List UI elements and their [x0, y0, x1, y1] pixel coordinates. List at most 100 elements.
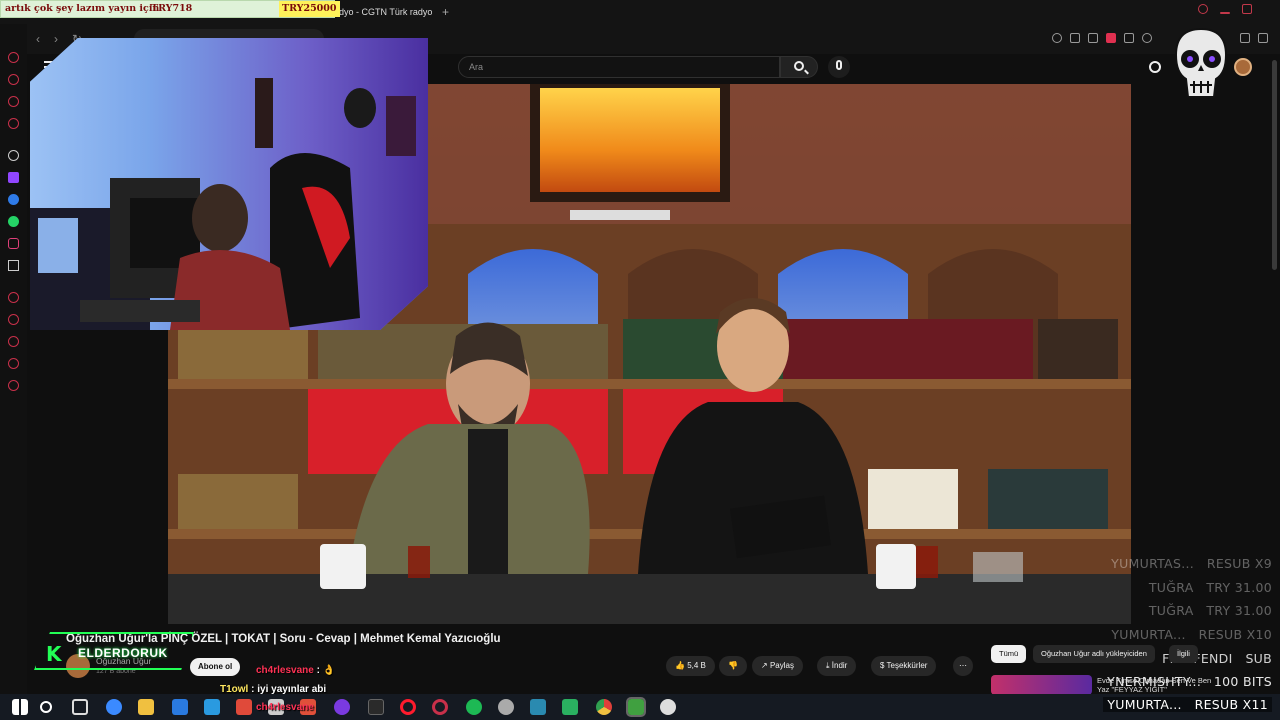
pin-icon[interactable]: [8, 358, 19, 369]
thanks-button[interactable]: $ Teşekkürler: [871, 656, 937, 676]
windows-start-icon[interactable]: [12, 699, 28, 715]
ticker-amount-highlight: TRY25000: [279, 1, 340, 17]
bookmark-icon[interactable]: [1088, 33, 1098, 43]
app-icon[interactable]: [660, 699, 676, 715]
download-icon[interactable]: [1240, 33, 1250, 43]
recommendations-panel: [1131, 84, 1271, 624]
mail-icon[interactable]: [8, 96, 19, 107]
dislike-button[interactable]: 👎: [719, 656, 747, 676]
copilot-icon[interactable]: [106, 699, 122, 715]
thanks-label: Teşekkürler: [886, 661, 928, 670]
zoom-icon[interactable]: [1052, 33, 1062, 43]
feed-event: TRY 31.00: [1206, 603, 1272, 618]
window-controls: [1198, 4, 1274, 14]
twitch-icon[interactable]: [8, 172, 19, 183]
opera-gx-icon[interactable]: [432, 699, 448, 715]
messenger-icon[interactable]: [8, 194, 19, 205]
chat-text: 👌: [322, 665, 336, 676]
back-icon[interactable]: ‹: [36, 32, 40, 46]
app-icon[interactable]: [530, 699, 546, 715]
feed-event: TRY 31.00: [1206, 580, 1272, 595]
recommendation-title[interactable]: Evde Kimse Olmadan Sen Ve Ben Yaz "FEYYA…: [1097, 676, 1217, 694]
spotify-icon[interactable]: [466, 699, 482, 715]
page-scrollbar[interactable]: [1272, 60, 1277, 270]
x-icon[interactable]: [8, 260, 19, 271]
like-button[interactable]: 👍 5,4 B: [666, 656, 715, 676]
ticker-message: artık çok şey lazım yayın için: [5, 3, 160, 14]
download-button[interactable]: ⤓ İndir: [817, 656, 857, 676]
app-icon[interactable]: [626, 697, 646, 717]
recommendation-thumbnail[interactable]: [991, 675, 1092, 695]
subscribe-button[interactable]: Abone ol: [190, 658, 241, 676]
like-count: 5,4 B: [687, 661, 706, 670]
search-icon[interactable]: [1198, 4, 1208, 14]
close-icon[interactable]: [1264, 4, 1274, 14]
ticker-amount: TRY718: [151, 3, 193, 14]
chip-all[interactable]: Tümü: [991, 645, 1027, 663]
chip-from-uploader[interactable]: Oğuzhan Uğur adlı yükleyiciden: [1033, 645, 1155, 663]
settings-icon[interactable]: [8, 380, 19, 391]
aria-icon[interactable]: [8, 150, 19, 161]
bag-icon[interactable]: [8, 74, 19, 85]
minimize-icon[interactable]: [1220, 12, 1230, 14]
store-icon[interactable]: [204, 699, 220, 715]
whatsapp-icon[interactable]: [8, 216, 19, 227]
new-tab-button[interactable]: +: [436, 3, 455, 21]
file-explorer-icon[interactable]: [138, 699, 154, 715]
search-input[interactable]: Ara: [458, 56, 780, 78]
play-icon[interactable]: [1124, 33, 1134, 43]
search-icon: [794, 61, 804, 71]
forward-icon[interactable]: ›: [54, 32, 58, 46]
webcam-overlay: [30, 38, 428, 330]
more-actions-button[interactable]: ⋯: [953, 656, 973, 676]
app-icon[interactable]: [334, 699, 350, 715]
maximize-icon[interactable]: [1242, 4, 1252, 14]
microphone-icon: [836, 60, 842, 70]
feed-name: YUMURTAS...: [1111, 556, 1195, 571]
feed-name: YUMURTA...: [1111, 627, 1186, 642]
history-icon[interactable]: [8, 292, 19, 303]
search-button[interactable]: [780, 56, 818, 78]
skull-mascot-icon: [1174, 27, 1228, 98]
mail-icon[interactable]: [172, 699, 188, 715]
feed-event: RESUB X9: [1206, 556, 1272, 571]
avatar[interactable]: [1234, 58, 1252, 76]
feed-row: YUMURTA... RESUB X10: [1111, 627, 1272, 642]
shield-icon[interactable]: [1106, 33, 1116, 43]
create-icon[interactable]: [1149, 61, 1161, 73]
feed-row: TUĞRA TRY 31.00: [1149, 580, 1272, 595]
app-icon[interactable]: [236, 699, 252, 715]
chat-user: ch4rlesvane: [256, 665, 314, 676]
heart-icon[interactable]: [1142, 33, 1152, 43]
extension-icon[interactable]: [1070, 33, 1080, 43]
feed-event: RESUB X11: [1194, 697, 1268, 712]
feed-event: 100 BITS: [1213, 674, 1272, 689]
share-label: Paylaş: [769, 661, 794, 670]
music-icon[interactable]: [8, 118, 19, 129]
task-view-icon[interactable]: [72, 699, 88, 715]
feed-row: YUMURTAS... RESUB X9: [1111, 556, 1272, 571]
voice-search-button[interactable]: [828, 56, 850, 78]
app-icon[interactable]: [562, 699, 578, 715]
donation-ticker: artık çok şey lazım yayın için TRY718 TR…: [0, 0, 340, 18]
steam-icon[interactable]: [368, 699, 384, 715]
opera-icon[interactable]: [400, 699, 416, 715]
search-icon[interactable]: [40, 701, 52, 713]
instagram-icon[interactable]: [8, 238, 19, 249]
feed-event: SUB: [1245, 651, 1272, 666]
chrome-icon[interactable]: [596, 699, 612, 715]
feed-name: TUĞRA: [1148, 580, 1194, 595]
app-icon[interactable]: [498, 699, 514, 715]
feed-row: YUMURTA... RESUB X11: [1103, 697, 1272, 712]
clock-icon[interactable]: [8, 336, 19, 347]
feed-row: TUĞRA TRY 31.00: [1149, 603, 1272, 618]
menu-icon[interactable]: [1258, 33, 1268, 43]
browser-tab[interactable]: radyo - CGTN Türk radyo: [325, 3, 438, 21]
opera-ai-icon[interactable]: [8, 52, 19, 63]
webcam-frame: [30, 78, 416, 330]
heart-icon[interactable]: [8, 314, 19, 325]
share-button[interactable]: ↗ Paylaş: [752, 656, 803, 676]
taskbar: [0, 694, 1280, 720]
chip-related[interactable]: İlgili: [1169, 645, 1198, 663]
tab-title: radyo - CGTN Türk radyo: [331, 7, 433, 17]
